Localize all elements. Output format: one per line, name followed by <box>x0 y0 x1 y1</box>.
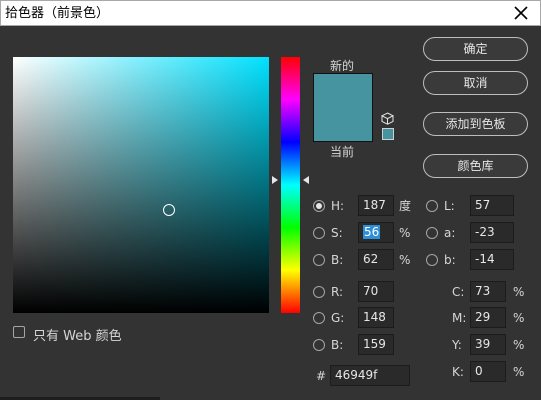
cancel-button[interactable]: 取消 <box>423 71 528 95</box>
only-web-colors-checkbox[interactable] <box>13 326 25 338</box>
only-web-colors-label: 只有 Web 颜色 <box>33 329 122 344</box>
color-field[interactable] <box>13 57 269 313</box>
radio-r[interactable] <box>313 286 325 298</box>
rgb-b-label: B: <box>331 338 344 352</box>
hex-label: # <box>316 369 327 383</box>
hue-slider-handle-left[interactable] <box>272 176 278 184</box>
c-label: C: <box>452 285 465 299</box>
s-label: S: <box>331 226 343 240</box>
k-field[interactable]: 0 <box>470 361 506 382</box>
h-field[interactable]: 187 <box>358 195 394 216</box>
current-color-label: 当前 <box>330 145 355 159</box>
h-label: H: <box>331 199 345 213</box>
radio-g[interactable] <box>313 312 325 324</box>
l-field[interactable]: 57 <box>470 195 514 216</box>
r-label: R: <box>331 285 344 299</box>
ok-button[interactable]: 确定 <box>423 37 528 61</box>
g-label: G: <box>331 311 345 325</box>
new-color-swatch <box>314 74 372 108</box>
a-field[interactable]: -23 <box>470 222 514 243</box>
radio-s[interactable] <box>313 227 325 239</box>
radio-lab-b[interactable] <box>426 254 438 266</box>
m-field[interactable]: 29 <box>470 307 506 328</box>
k-label: K: <box>452 365 464 379</box>
title-bar: 拾色器（前景色） <box>0 0 541 26</box>
color-libraries-button[interactable]: 颜色库 <box>423 154 528 178</box>
window-title: 拾色器（前景色） <box>5 6 110 21</box>
hue-slider[interactable] <box>281 57 300 313</box>
hue-slider-handle-right[interactable] <box>303 176 309 184</box>
k-unit: % <box>513 365 525 379</box>
color-field-cursor[interactable] <box>163 204 175 216</box>
radio-a[interactable] <box>426 227 438 239</box>
c-field[interactable]: 73 <box>470 281 506 302</box>
l-label: L: <box>444 199 455 213</box>
m-label: M: <box>452 311 467 325</box>
c-unit: % <box>513 285 525 299</box>
b-field[interactable]: 62 <box>358 249 394 270</box>
y-label: Y: <box>452 338 462 352</box>
a-label: a: <box>444 226 456 240</box>
cube-icon[interactable] <box>381 112 394 125</box>
y-field[interactable]: 39 <box>470 334 506 355</box>
radio-rgb-b[interactable] <box>313 339 325 351</box>
lab-b-label: b: <box>444 253 456 267</box>
lab-b-field[interactable]: -14 <box>470 249 514 270</box>
add-to-swatches-button[interactable]: 添加到色板 <box>423 112 528 136</box>
y-unit: % <box>513 338 525 352</box>
current-color-swatch[interactable] <box>314 107 372 141</box>
m-unit: % <box>513 311 525 325</box>
s-field[interactable]: 56 <box>358 222 394 243</box>
r-field[interactable]: 70 <box>358 281 394 302</box>
radio-l[interactable] <box>426 200 438 212</box>
g-field[interactable]: 148 <box>358 307 394 328</box>
radio-h[interactable] <box>313 200 325 212</box>
new-color-label: 新的 <box>330 59 355 73</box>
rgb-b-field[interactable]: 159 <box>358 334 394 355</box>
close-icon[interactable] <box>512 4 530 22</box>
hex-field[interactable]: 46949f <box>330 365 410 386</box>
s-unit: % <box>399 226 411 240</box>
color-preview <box>313 73 373 142</box>
b-label: B: <box>331 253 344 267</box>
s-field-value: 56 <box>363 225 381 239</box>
radio-b[interactable] <box>313 254 325 266</box>
h-unit: 度 <box>399 199 412 213</box>
b-unit: % <box>399 253 411 267</box>
web-safe-swatch[interactable] <box>382 128 394 140</box>
